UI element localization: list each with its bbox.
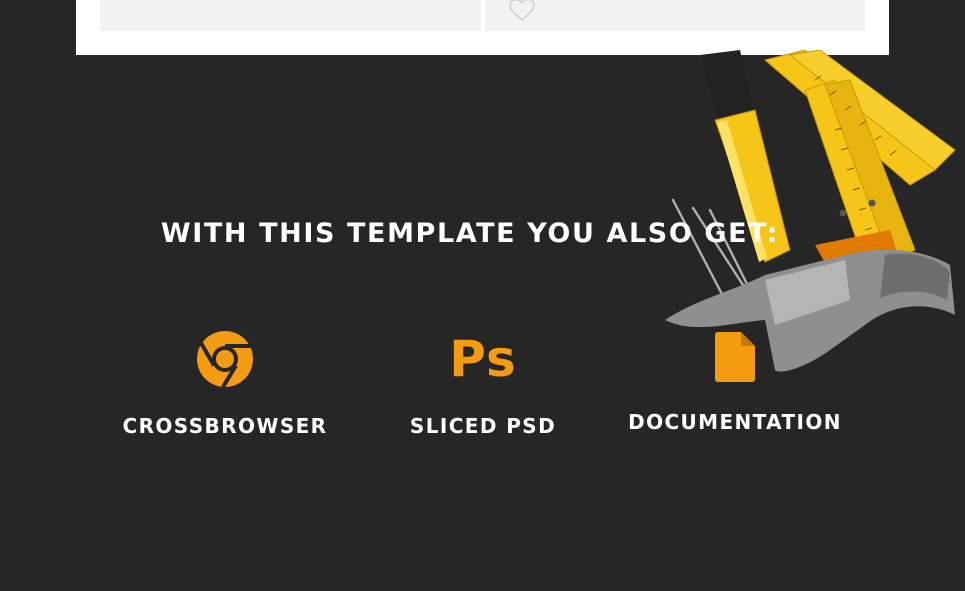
section-title: WITH THIS TEMPLATE YOU ALSO GET: [160,218,780,249]
feature-label: CROSSBROWSER [122,414,328,438]
feature-sliced-psd: Ps SLICED PSD [358,330,608,438]
feature-documentation: DOCUMENTATION [610,330,860,434]
card-slot-left [100,0,481,31]
feature-label: SLICED PSD [409,414,557,438]
product-card-bottom [76,0,889,55]
heart-icon[interactable] [508,0,536,22]
card-slot-right [485,0,865,31]
photoshop-icon: Ps [449,330,517,388]
document-icon [715,332,755,382]
feature-crossbrowser: CROSSBROWSER [100,330,350,438]
chrome-icon [197,331,253,388]
feature-label: DOCUMENTATION [628,410,842,434]
